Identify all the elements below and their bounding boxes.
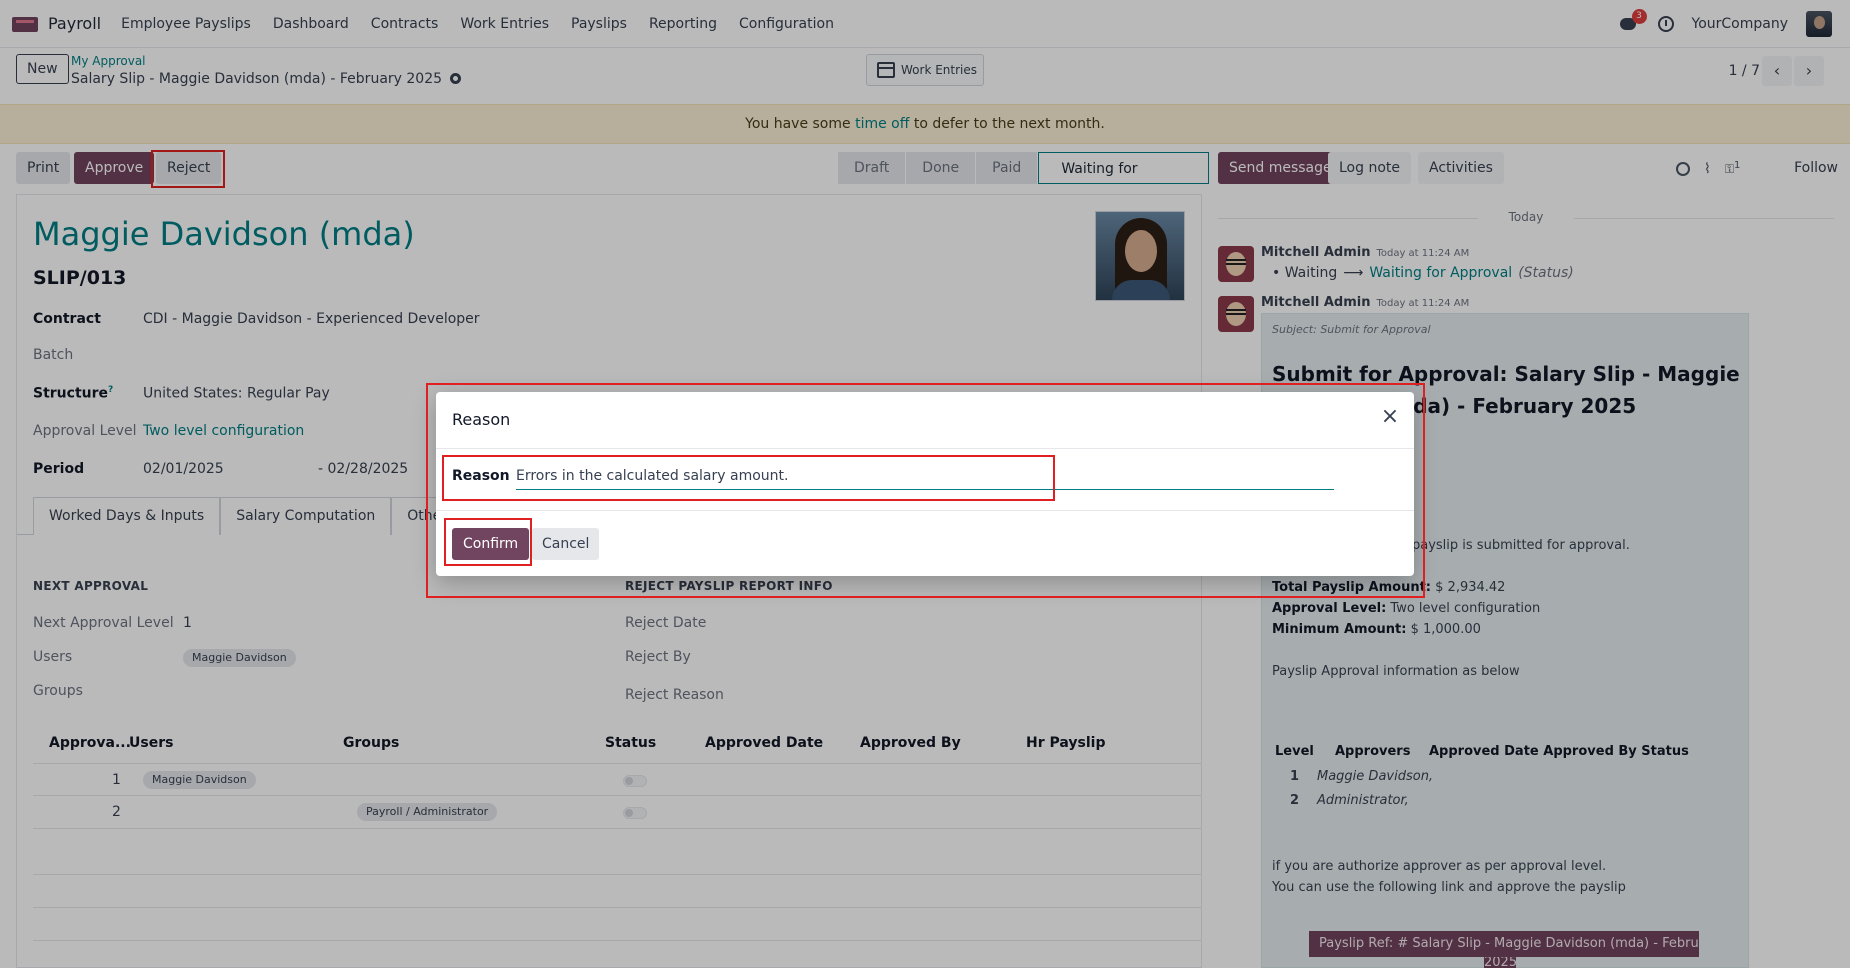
close-icon[interactable]: ×	[1380, 406, 1400, 428]
reason-label: Reason	[452, 468, 510, 484]
cancel-button[interactable]: Cancel	[532, 528, 600, 560]
reason-input[interactable]	[516, 462, 1334, 490]
reason-dialog: Reason × Reason Confirm Cancel	[436, 392, 1414, 576]
dialog-title: Reason	[452, 410, 511, 429]
confirm-button[interactable]: Confirm	[452, 528, 530, 560]
